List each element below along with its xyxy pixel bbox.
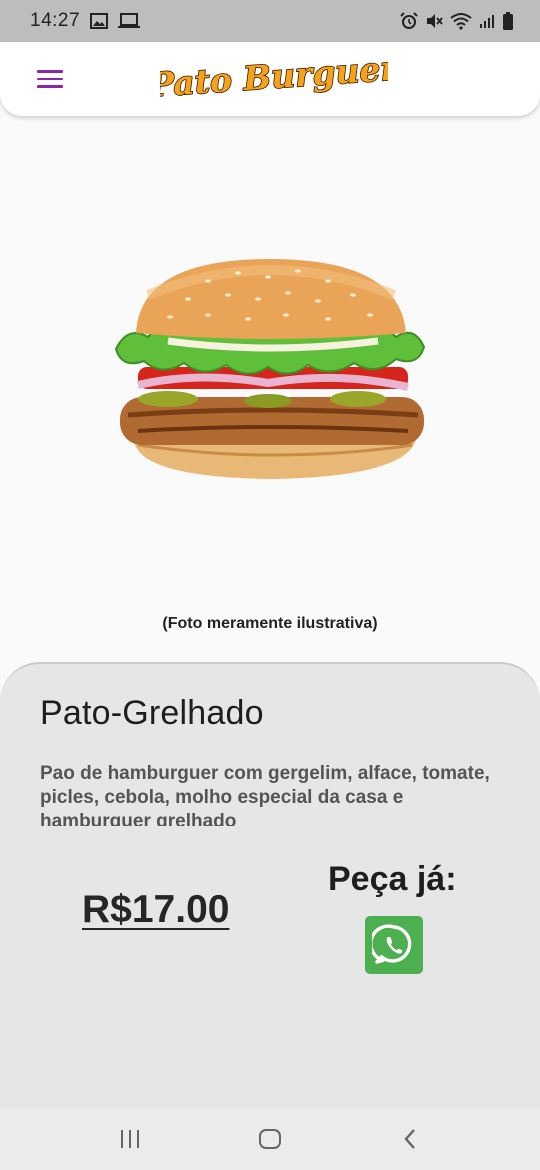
image-icon [90, 13, 109, 29]
signal-icon [480, 15, 494, 28]
cast-icon [118, 13, 141, 28]
mute-icon [427, 14, 443, 28]
recent-apps-glyph [121, 1130, 139, 1148]
order-label: Peça já: [328, 860, 457, 898]
battery-icon [503, 12, 513, 30]
status-bar: 14:27 [0, 0, 540, 42]
product-description: Pao de hamburguer com gergelim, alface, … [40, 763, 490, 826]
photo-disclaimer: (Foto meramente ilustrativa) [162, 615, 378, 632]
logo[interactable]: Pato Burguer [160, 44, 388, 114]
back-glyph [404, 1129, 415, 1149]
back-icon[interactable] [390, 1124, 430, 1154]
status-time: 14:27 [30, 10, 81, 31]
home-glyph [259, 1129, 281, 1149]
logo-text: Pato Burguer [160, 48, 388, 105]
home-icon[interactable] [250, 1124, 290, 1154]
whatsapp-button[interactable] [365, 916, 423, 974]
hamburger-menu-icon[interactable] [34, 64, 66, 94]
product-details-panel: Pato-Grelhado Pao de hamburguer com gerg… [0, 662, 540, 1108]
product-name: Pato-Grelhado [40, 694, 264, 732]
status-left: 14:27 [30, 10, 141, 32]
product-price: R$17.00 [82, 888, 230, 931]
wifi-icon [450, 13, 472, 30]
system-nav-bar [0, 1108, 540, 1170]
app-bar: Pato Burguer [0, 42, 540, 116]
recent-apps-icon[interactable] [110, 1124, 150, 1154]
alarm-icon [400, 12, 418, 29]
whatsapp-icon [372, 924, 412, 964]
burger-image [114, 259, 426, 479]
status-right [400, 12, 514, 30]
